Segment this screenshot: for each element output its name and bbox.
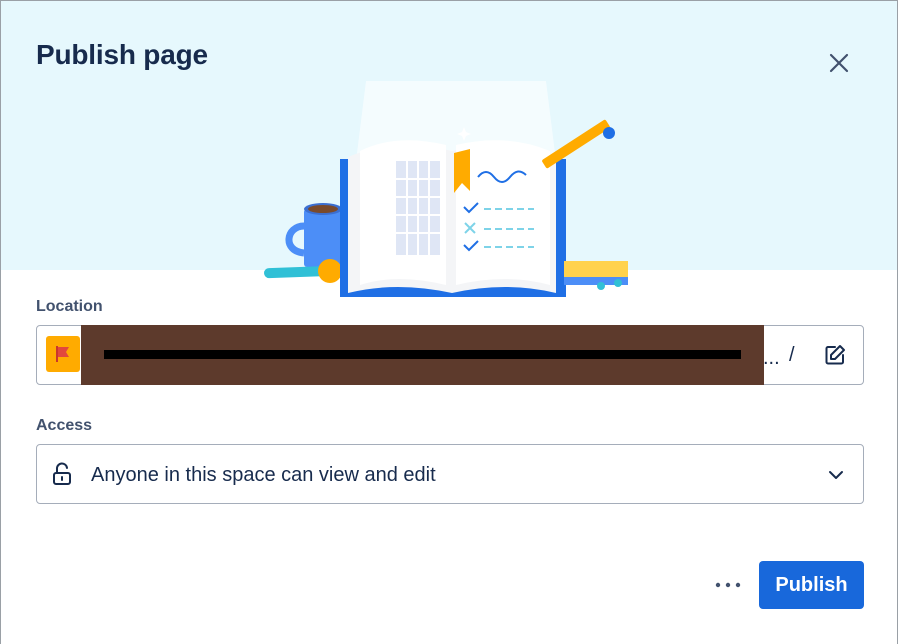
close-icon — [829, 53, 849, 73]
flag-icon — [56, 346, 69, 362]
access-label: Access — [36, 417, 93, 434]
redaction-bar — [104, 350, 741, 359]
more-actions-button[interactable] — [709, 567, 747, 603]
publish-dialog: Publish page Location ... / Access Anyon… — [0, 0, 898, 644]
redacted-location-path — [81, 325, 764, 385]
chevron-down-icon — [829, 471, 843, 479]
edit-icon — [825, 345, 845, 365]
publish-button[interactable]: Publish — [759, 561, 864, 609]
more-icon — [715, 582, 741, 588]
location-field: ... / — [36, 325, 864, 385]
location-label: Location — [36, 298, 103, 315]
access-select[interactable]: Anyone in this space can view and edit — [36, 444, 864, 504]
path-separator: / — [789, 344, 795, 366]
edit-location-button[interactable] — [818, 338, 852, 372]
close-button[interactable] — [821, 45, 857, 81]
dialog-title: Publish page — [36, 39, 208, 70]
path-ellipsis: ... — [763, 347, 780, 369]
unlock-icon — [53, 462, 71, 485]
publish-illustration — [264, 81, 628, 297]
space-avatar — [46, 336, 80, 372]
access-selected-value: Anyone in this space can view and edit — [91, 464, 436, 486]
